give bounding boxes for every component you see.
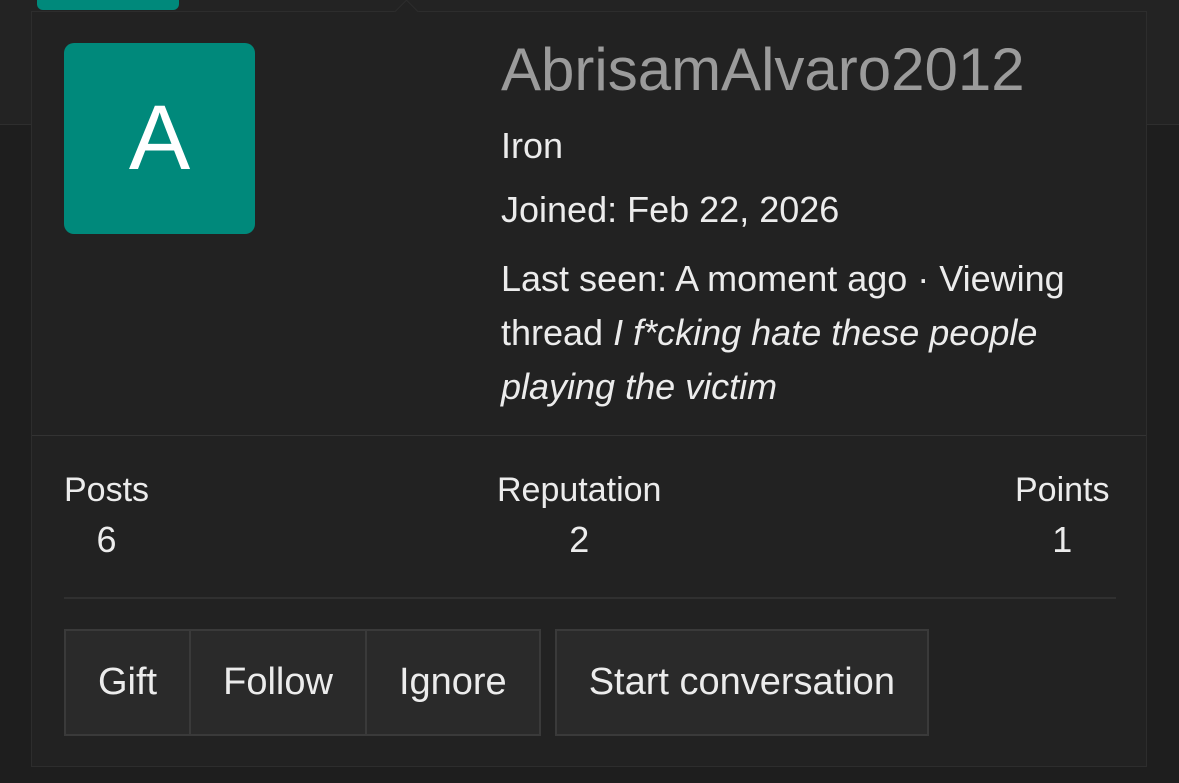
gift-button[interactable]: Gift [64,629,192,736]
reputation-value: 2 [569,519,590,560]
actions-divider [64,597,1116,599]
background-avatar-letter: A [88,0,128,8]
posts-label: Posts [64,471,150,509]
joined-label: Joined: [501,189,618,230]
points-value: 1 [1052,519,1073,560]
follow-button[interactable]: Follow [189,629,367,736]
last-seen-value: A moment ago [675,258,908,299]
last-seen-info: Last seen: A moment ago · Viewing thread… [501,252,1121,414]
points-label: Points [1015,471,1110,509]
stat-points[interactable]: Points 1 [1015,468,1110,568]
member-stats: Posts 6 Reputation 2 Points 1 [64,468,1116,578]
user-rank: Iron [501,125,564,166]
username-link[interactable]: AbrisamAlvaro2012 [501,36,1121,104]
section-divider [32,435,1146,436]
posts-value: 6 [96,519,117,560]
ignore-button[interactable]: Ignore [364,629,541,736]
member-tooltip-card: A AbrisamAlvaro2012 Iron Joined: Feb 22,… [31,0,1147,767]
member-actions: Gift Follow Ignore Start conversation [64,629,929,736]
joined-date: Feb 22, 2026 [627,189,840,230]
start-conversation-button[interactable]: Start conversation [554,629,929,736]
avatar-letter: A [128,87,191,189]
avatar[interactable]: A [64,43,255,234]
reputation-label: Reputation [497,471,662,509]
profile-info: AbrisamAlvaro2012 Iron Joined: Feb 22, 2… [501,36,1121,414]
last-seen-label: Last seen: [501,258,668,299]
background-avatar[interactable]: A [37,0,179,10]
action-button-group: Gift Follow Ignore [64,629,541,736]
stat-posts[interactable]: Posts 6 [64,468,149,568]
stat-reputation: Reputation 2 [497,468,661,568]
joined-info: Joined: Feb 22, 2026 [501,190,1121,230]
